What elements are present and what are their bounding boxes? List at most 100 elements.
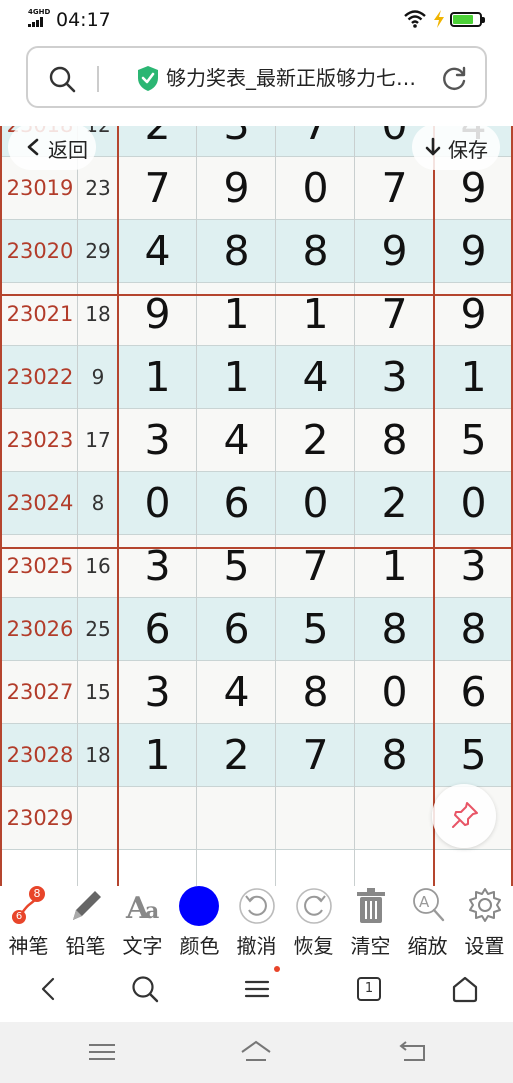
digit-cell[interactable]: 7: [276, 126, 355, 157]
digit-cell[interactable]: 8: [355, 598, 434, 661]
digit-cell[interactable]: 4: [118, 220, 197, 283]
digit-cell[interactable]: 1: [355, 535, 434, 598]
digit-cell[interactable]: 0: [355, 661, 434, 724]
digit-cell[interactable]: 5: [434, 409, 513, 472]
digit-cell[interactable]: 9: [434, 220, 513, 283]
digit-cell[interactable]: 2: [118, 126, 197, 157]
tool-magic-pen[interactable]: 神笔 8 6: [0, 886, 57, 958]
digit-cell[interactable]: 1: [197, 283, 276, 346]
tool-label: 神笔: [8, 934, 49, 958]
save-button[interactable]: 保存: [412, 124, 500, 170]
digit-cell[interactable]: 0: [434, 472, 513, 535]
digit-cell[interactable]: 6: [434, 661, 513, 724]
tool-gear[interactable]: 设置: [456, 886, 513, 958]
battery-icon: [450, 12, 485, 27]
pencil-icon: [73, 891, 101, 920]
digit-sum: 17: [85, 428, 111, 452]
lottery-table[interactable]: 2301812237042301923790792302029488992302…: [0, 126, 513, 886]
digit-cell[interactable]: 8: [355, 409, 434, 472]
digit-sum: 9: [91, 365, 105, 389]
digit-cell[interactable]: 0: [118, 472, 197, 535]
digit-sum: 18: [85, 302, 111, 326]
digit-cell[interactable]: [197, 787, 276, 850]
clock: 04:17: [56, 9, 111, 31]
tabs-button[interactable]: 1: [354, 974, 384, 1004]
digit-cell[interactable]: 1: [434, 346, 513, 409]
tool-label: 恢复: [293, 934, 334, 958]
digit-cell[interactable]: 1: [197, 346, 276, 409]
digit-cell[interactable]: 1: [276, 283, 355, 346]
tool-zoom[interactable]: A 缩放: [399, 886, 456, 958]
count-badge: 8: [29, 886, 45, 902]
digit-cell[interactable]: 7: [276, 724, 355, 787]
digit-cell[interactable]: [276, 787, 355, 850]
digit-cell[interactable]: 7: [276, 535, 355, 598]
digit-cell[interactable]: 3: [118, 661, 197, 724]
pin-button[interactable]: [432, 784, 496, 848]
digit-cell[interactable]: 5: [197, 535, 276, 598]
undo-icon: [239, 888, 275, 924]
digit-cell[interactable]: 1: [118, 346, 197, 409]
tool-redo[interactable]: 恢复: [285, 886, 342, 958]
recents-icon[interactable]: [86, 1038, 118, 1066]
digit-cell[interactable]: 3: [197, 126, 276, 157]
tool-pencil[interactable]: 铅笔: [57, 886, 114, 958]
current-color-swatch[interactable]: [179, 886, 219, 926]
search-icon[interactable]: [130, 974, 160, 1004]
digit-cell[interactable]: 7: [118, 157, 197, 220]
issue-number: 23027: [6, 680, 74, 704]
issue-number: 23023: [6, 428, 74, 452]
digit-cell[interactable]: 1: [118, 724, 197, 787]
back-icon[interactable]: [34, 974, 64, 1004]
digit-cell[interactable]: 8: [355, 724, 434, 787]
digit-sum: 25: [85, 617, 111, 641]
digit-cell[interactable]: [355, 787, 434, 850]
digit-cell[interactable]: 4: [276, 346, 355, 409]
digit-cell[interactable]: 4: [197, 409, 276, 472]
digit-cell[interactable]: 7: [355, 283, 434, 346]
digit-cell[interactable]: 0: [276, 157, 355, 220]
digit-cell[interactable]: 5: [276, 598, 355, 661]
menu-icon[interactable]: [242, 974, 272, 1004]
digit-cell[interactable]: 3: [118, 409, 197, 472]
digit-cell[interactable]: 8: [197, 220, 276, 283]
back-button[interactable]: 返回: [8, 124, 96, 170]
reload-icon[interactable]: [440, 65, 468, 93]
digit-cell[interactable]: 6: [197, 472, 276, 535]
column-divider: [0, 126, 2, 886]
digit-cell[interactable]: 8: [276, 220, 355, 283]
back-icon[interactable]: [396, 1038, 428, 1066]
signal-icon: [28, 17, 46, 27]
digit-cell[interactable]: 8: [434, 598, 513, 661]
browser-nav-bar: 1: [0, 962, 513, 1020]
digit-cell[interactable]: 2: [355, 472, 434, 535]
search-icon[interactable]: [48, 65, 76, 93]
digit-cell[interactable]: 2: [276, 409, 355, 472]
column-divider: [433, 126, 435, 886]
digit-cell[interactable]: 9: [118, 283, 197, 346]
digit-cell[interactable]: 6: [118, 598, 197, 661]
tool-text-aa[interactable]: Aa 文字: [114, 886, 171, 958]
drawing-toolbar: 神笔 8 6 铅笔 Aa 文字 颜色 撤消 恢复 清空 A 缩放 设置: [0, 886, 513, 958]
tool-undo[interactable]: 撤消: [228, 886, 285, 958]
digit-cell[interactable]: 0: [276, 472, 355, 535]
digit-cell[interactable]: 5: [434, 724, 513, 787]
digit-cell[interactable]: 8: [276, 661, 355, 724]
digit-cell[interactable]: 9: [197, 157, 276, 220]
digit-cell[interactable]: 9: [355, 220, 434, 283]
digit-cell[interactable]: [118, 787, 197, 850]
home-icon[interactable]: [450, 974, 480, 1004]
digit-cell[interactable]: 3: [434, 535, 513, 598]
tool-label: 颜色: [179, 934, 220, 958]
digit-cell[interactable]: 4: [197, 661, 276, 724]
page-title[interactable]: 够力奖表_最新正版够力七…: [166, 62, 438, 94]
tool-trash[interactable]: 清空: [342, 886, 399, 958]
digit-cell[interactable]: 3: [355, 346, 434, 409]
notification-dot: [274, 966, 280, 972]
address-bar[interactable]: 够力奖表_最新正版够力七…: [26, 46, 487, 108]
digit-cell[interactable]: 9: [434, 283, 513, 346]
digit-cell[interactable]: 2: [197, 724, 276, 787]
home-icon[interactable]: [240, 1038, 272, 1066]
digit-cell[interactable]: 3: [118, 535, 197, 598]
digit-cell[interactable]: 6: [197, 598, 276, 661]
